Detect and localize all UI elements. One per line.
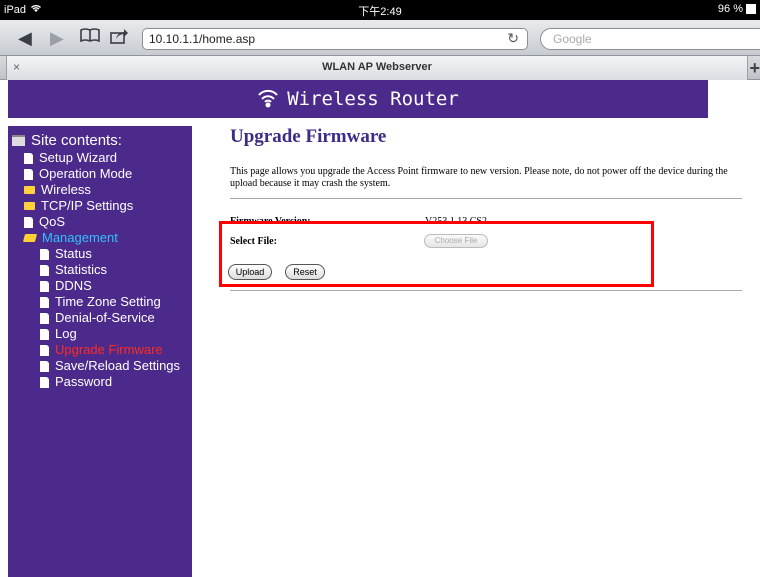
reload-icon[interactable]: ↻ xyxy=(507,30,519,47)
back-icon[interactable]: ◀ xyxy=(18,27,32,49)
sidebar-item-label: Status xyxy=(55,246,92,261)
sidebar-item-label: Upgrade Firmware xyxy=(55,342,163,357)
sidebar-item-password[interactable]: Password xyxy=(12,374,192,390)
sidebar-item-statistics[interactable]: Statistics xyxy=(12,262,192,278)
status-right: 96 % xyxy=(718,3,756,15)
tab-wlan-ap[interactable]: × WLAN AP Webserver xyxy=(6,56,748,80)
document-icon xyxy=(40,312,49,324)
tab-bar: × WLAN AP Webserver + xyxy=(0,56,760,80)
battery-icon xyxy=(746,4,756,14)
sidebar-item-setup-wizard[interactable]: Setup Wizard xyxy=(12,150,192,166)
banner-title: Wireless Router xyxy=(287,88,459,110)
page-description: This page allows you upgrade the Access … xyxy=(230,166,728,189)
document-icon xyxy=(24,152,33,164)
forward-icon[interactable]: ▶ xyxy=(50,27,64,49)
document-icon xyxy=(40,360,49,372)
search-placeholder: Google xyxy=(553,32,592,46)
page-title: Upgrade Firmware xyxy=(230,126,387,147)
sidebar-item-management[interactable]: Management xyxy=(12,230,192,246)
sidebar-item-denial-of-service[interactable]: Denial-of-Service xyxy=(12,310,192,326)
status-time: 下午2:49 xyxy=(358,6,402,18)
sidebar: Site contents: Setup Wizard Operation Mo… xyxy=(8,126,192,577)
url-text: 10.10.1.1/home.asp xyxy=(149,32,256,46)
new-tab-icon[interactable]: + xyxy=(749,58,760,79)
sidebar-item-log[interactable]: Log xyxy=(12,326,192,342)
document-icon xyxy=(40,344,49,356)
wifi-logo-icon xyxy=(257,88,279,108)
sidebar-item-label: DDNS xyxy=(55,278,92,293)
folder-icon xyxy=(24,186,35,194)
sidebar-item-label: Save/Reload Settings xyxy=(55,358,181,373)
sidebar-item-qos[interactable]: QoS xyxy=(12,214,192,230)
banner-title-wrap: Wireless Router xyxy=(8,88,708,110)
document-icon xyxy=(40,248,49,260)
sidebar-item-save-reload[interactable]: Save/Reload Settings xyxy=(12,358,192,374)
tab-title: WLAN AP Webserver xyxy=(322,61,432,73)
document-icon xyxy=(40,280,49,292)
status-bar: iPad 下午2:49 96 % xyxy=(0,0,760,20)
sidebar-item-wireless[interactable]: Wireless xyxy=(12,182,192,198)
sidebar-item-time-zone[interactable]: Time Zone Setting xyxy=(12,294,192,310)
battery-percent: 96 % xyxy=(717,3,743,15)
book-icon xyxy=(12,134,25,146)
document-icon xyxy=(40,328,49,340)
share-icon[interactable] xyxy=(110,27,128,49)
sidebar-item-upgrade-firmware[interactable]: Upgrade Firmware xyxy=(12,342,192,358)
sidebar-item-label: Statistics xyxy=(55,262,108,277)
folder-icon xyxy=(24,202,35,210)
browser-toolbar: ◀ ▶ 10.10.1.1/home.asp ↻ Google xyxy=(0,20,760,56)
bookmarks-icon[interactable] xyxy=(80,27,100,49)
sidebar-item-label: Management xyxy=(42,230,118,245)
highlight-box xyxy=(219,221,654,287)
divider-bottom xyxy=(230,290,742,291)
document-icon xyxy=(24,168,33,180)
sidebar-nav: Setup Wizard Operation Mode Wireless TCP… xyxy=(12,150,192,390)
sidebar-item-label: Time Zone Setting xyxy=(55,294,161,309)
sidebar-item-label: Password xyxy=(55,374,113,389)
sidebar-item-status[interactable]: Status xyxy=(12,246,192,262)
sidebar-item-label: QoS xyxy=(39,214,66,229)
main-content: Upgrade Firmware This page allows you up… xyxy=(228,126,742,291)
document-icon xyxy=(40,264,49,276)
divider xyxy=(230,198,742,199)
header-banner: Wireless Router xyxy=(8,80,708,118)
sidebar-item-tcpip-settings[interactable]: TCP/IP Settings xyxy=(12,198,192,214)
search-field[interactable]: Google xyxy=(540,28,760,50)
url-field[interactable]: 10.10.1.1/home.asp ↻ xyxy=(142,28,528,50)
sidebar-item-label: Operation Mode xyxy=(39,166,133,181)
sidebar-item-label: Denial-of-Service xyxy=(55,310,155,325)
sidebar-item-label: Log xyxy=(55,326,77,341)
sidebar-title-text: Site contents: xyxy=(31,131,122,149)
sidebar-item-label: Setup Wizard xyxy=(39,150,118,165)
folder-open-icon xyxy=(22,234,38,242)
sidebar-item-label: Wireless xyxy=(41,182,91,197)
sidebar-item-ddns[interactable]: DDNS xyxy=(12,278,192,294)
sidebar-item-operation-mode[interactable]: Operation Mode xyxy=(12,166,192,182)
sidebar-title: Site contents: xyxy=(12,130,192,150)
document-icon xyxy=(40,296,49,308)
document-icon xyxy=(40,376,49,388)
sidebar-item-label: TCP/IP Settings xyxy=(41,198,134,213)
document-icon xyxy=(24,216,33,228)
